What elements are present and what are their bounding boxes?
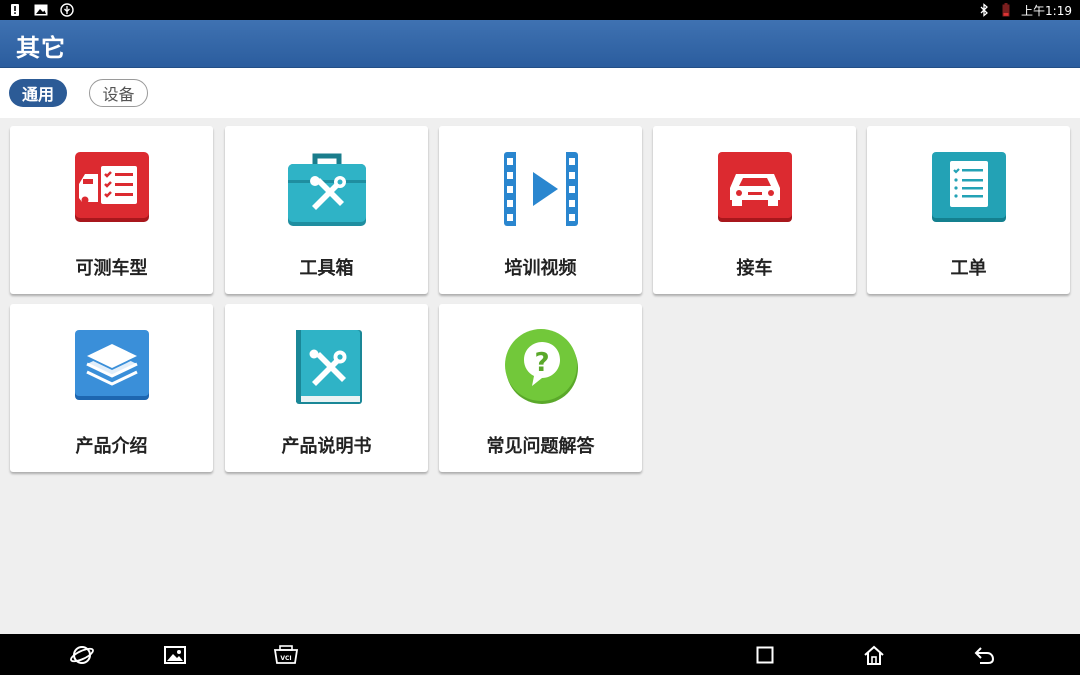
- bluetooth-icon: [977, 3, 991, 17]
- svg-text:VCI: VCI: [280, 655, 291, 662]
- layers-icon: [73, 328, 151, 406]
- vehicle-list-icon: [73, 150, 151, 228]
- tile-vehicle-reception[interactable]: 接车: [653, 126, 856, 294]
- tile-supported-vehicles[interactable]: 可测车型: [10, 126, 213, 294]
- battery-alert-icon: [8, 3, 22, 17]
- tile-product-manual[interactable]: 产品说明书: [225, 304, 428, 472]
- tile-product-intro[interactable]: 产品介绍: [10, 304, 213, 472]
- tile-training-video[interactable]: 培训视频: [439, 126, 642, 294]
- clock: 上午1:19: [1021, 3, 1072, 18]
- toolbox-icon: [288, 150, 366, 228]
- browser-icon[interactable]: [69, 642, 95, 668]
- tile-label: 接车: [736, 258, 773, 279]
- tile-toolbox[interactable]: 工具箱: [225, 126, 428, 294]
- tile-label: 工单: [950, 258, 987, 279]
- tile-label: 工具箱: [299, 258, 354, 279]
- tab-device[interactable]: 设备: [89, 79, 148, 107]
- tile-label: 产品介绍: [75, 436, 148, 457]
- work-order-list-icon: [930, 150, 1008, 228]
- battery-icon: [999, 3, 1013, 17]
- function-grid: 可测车型 工具箱 培训视频 接车 工单 产品介绍 产品说明书 ? 常见问题解答: [0, 118, 1080, 634]
- tile-label: 常见问题解答: [486, 436, 595, 457]
- manual-book-icon: [288, 328, 366, 406]
- vci-icon[interactable]: VCI: [272, 642, 300, 668]
- faq-question-icon: ?: [502, 328, 580, 406]
- gallery-icon[interactable]: [162, 642, 188, 668]
- category-tabs: 通用 设备: [0, 68, 1080, 118]
- usb-icon: [60, 3, 74, 17]
- tile-faq[interactable]: ? 常见问题解答: [439, 304, 642, 472]
- tile-work-order[interactable]: 工单: [867, 126, 1070, 294]
- image-notification-icon: [34, 3, 48, 17]
- tile-label: 产品说明书: [281, 436, 372, 457]
- svg-text:?: ?: [534, 348, 549, 378]
- back-icon[interactable]: [971, 642, 997, 668]
- page-title: 其它: [16, 34, 66, 62]
- tile-label: 可测车型: [75, 258, 148, 279]
- system-nav-bar: VCI: [0, 634, 1080, 675]
- car-front-icon: [716, 150, 794, 228]
- video-play-icon: [502, 150, 580, 228]
- home-icon[interactable]: [861, 642, 887, 668]
- status-bar: 上午1:19: [0, 0, 1080, 20]
- tab-general[interactable]: 通用: [9, 79, 67, 107]
- app-header: 其它: [0, 20, 1080, 68]
- recent-apps-icon[interactable]: [752, 642, 778, 668]
- tile-label: 培训视频: [504, 258, 577, 279]
